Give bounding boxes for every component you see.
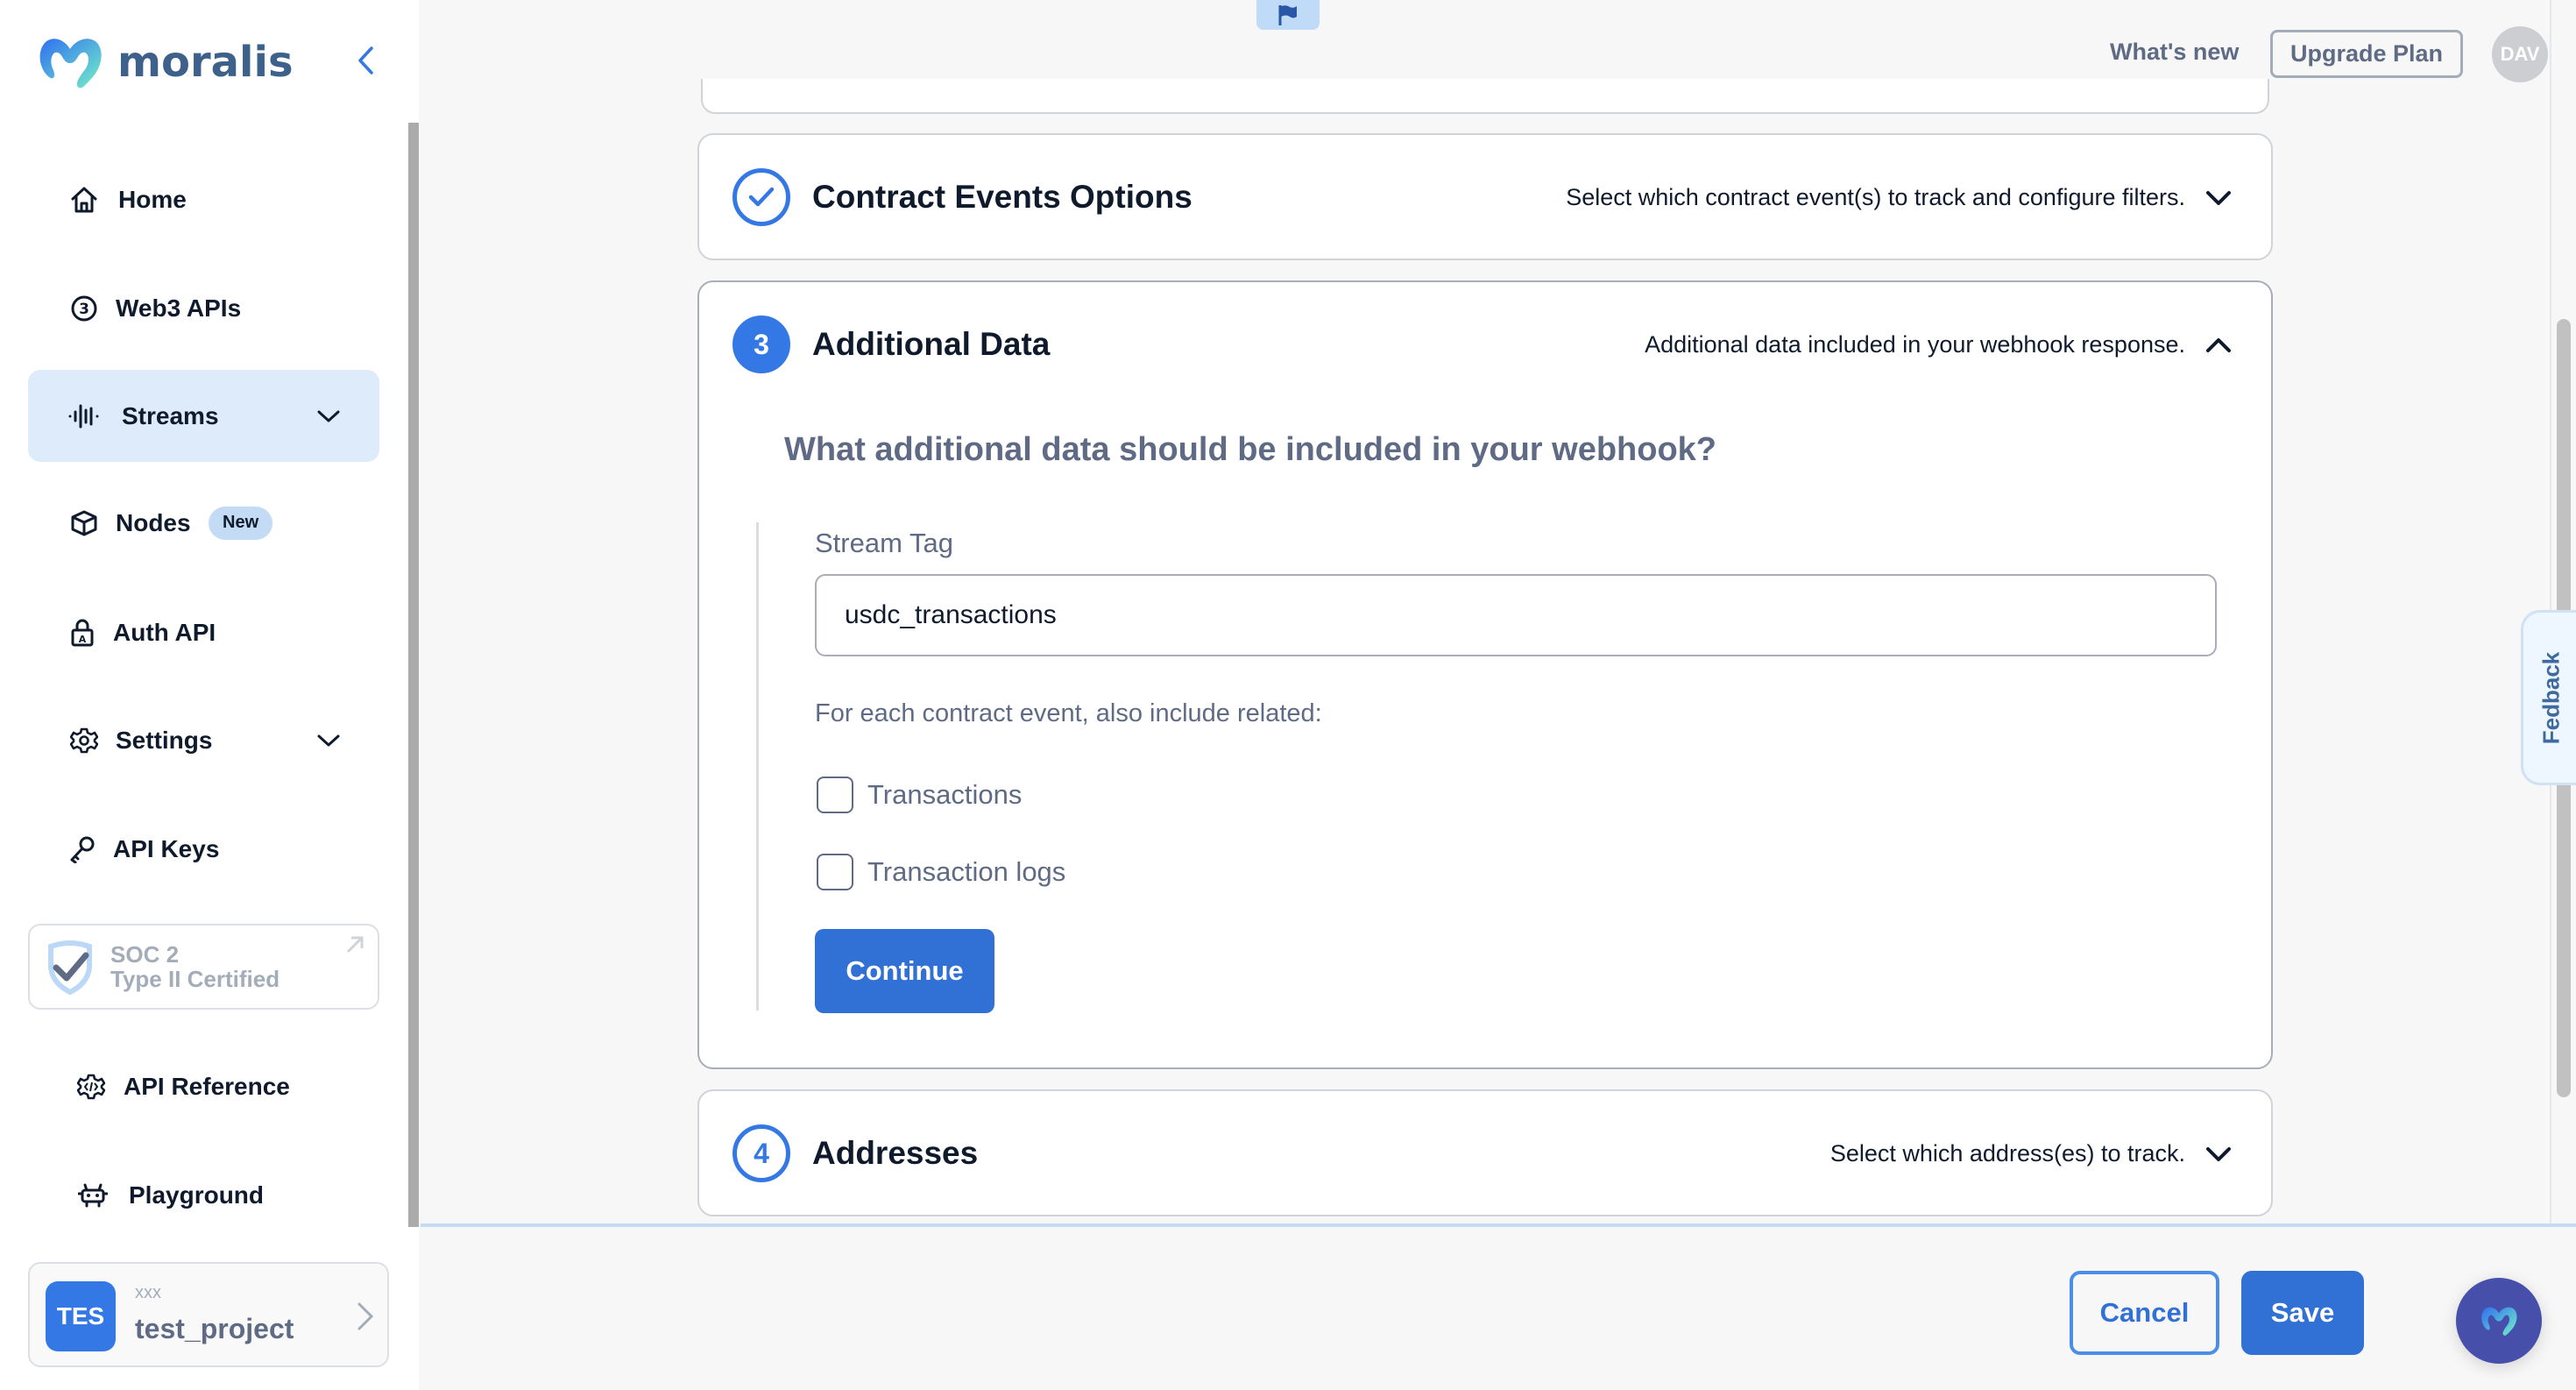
home-icon [68, 184, 100, 216]
stream-tag-input[interactable] [815, 574, 2217, 656]
web3-coin-icon: 3 [68, 293, 100, 324]
checkbox-label: Transaction logs [867, 856, 1066, 887]
step-title: Additional Data [812, 326, 1051, 362]
chevron-left-icon [358, 46, 373, 74]
step-description: Select which address(es) to track. [1829, 1140, 2185, 1167]
lock-icon: A [67, 617, 98, 649]
soc2-certification-link[interactable]: SOC 2 Type II Certified [28, 924, 379, 1010]
step-number-badge: 4 [732, 1124, 790, 1182]
shield-check-icon [48, 940, 92, 996]
sidebar-item-label: Auth API [113, 618, 216, 646]
previous-step-card [701, 79, 2269, 114]
feedback-tab[interactable]: Fedback [2521, 610, 2576, 785]
sidebar-scrollbar-thumb[interactable] [408, 123, 419, 1227]
upgrade-plan-button[interactable]: Upgrade Plan [2270, 30, 2463, 78]
collapse-sidebar-button[interactable] [350, 44, 380, 77]
step-card-additional-data: 3 Additional Data Additional data includ… [697, 280, 2273, 1069]
checkbox-label: Transactions [867, 779, 1023, 810]
new-badge: New [209, 506, 273, 540]
project-avatar: TES [46, 1281, 116, 1351]
external-link-arrow-icon [346, 936, 364, 954]
step-card-contract-events: Contract Events Options Select which con… [697, 133, 2273, 260]
sidebar-item-nodes[interactable]: Nodes New [28, 477, 379, 569]
include-related-label: For each contract event, also include re… [815, 699, 1322, 727]
step-description: Additional data included in your webhook… [1645, 331, 2185, 358]
step-title: Addresses [812, 1135, 979, 1171]
sidebar-item-streams[interactable]: Streams [28, 370, 379, 462]
streams-waveform-icon [68, 401, 100, 432]
cube-icon [68, 507, 100, 539]
moralis-logo[interactable]: moralis [35, 32, 294, 93]
flag-tab[interactable] [1256, 0, 1320, 30]
sidebar-item-label: API Reference [124, 1072, 290, 1100]
robot-icon [77, 1180, 109, 1211]
cancel-button[interactable]: Cancel [2070, 1271, 2219, 1355]
key-icon [67, 833, 98, 865]
sidebar-item-api-keys[interactable]: API Keys [28, 803, 379, 895]
moralis-chat-icon [2481, 1307, 2517, 1336]
step-number-badge: 3 [732, 316, 790, 373]
chevron-down-icon [2206, 1147, 2231, 1161]
section-question: What additional data should be included … [784, 431, 1717, 468]
step-card-addresses: 4 Addresses Select which address(es) to … [697, 1089, 2273, 1216]
user-avatar[interactable]: DAV [2492, 26, 2548, 82]
sidebar-item-label: Web3 APIs [116, 294, 242, 322]
sidebar-item-auth-api[interactable]: A Auth API [28, 586, 379, 678]
step-complete-check-icon [732, 168, 790, 226]
sidebar-item-label: Streams [122, 401, 219, 429]
transactions-option[interactable]: Transactions [817, 776, 1022, 814]
whats-new-link[interactable]: What's new [2110, 39, 2239, 66]
step-header-additional-data[interactable]: 3 Additional Data Additional data includ… [699, 282, 2271, 408]
chevron-down-icon [2206, 191, 2231, 205]
continue-button[interactable]: Continue [815, 929, 994, 1013]
chevron-down-icon [317, 410, 340, 422]
step-header-addresses[interactable]: 4 Addresses Select which address(es) to … [699, 1091, 2271, 1217]
project-switcher[interactable]: TES xxx test_project [28, 1262, 389, 1367]
save-button[interactable]: Save [2241, 1271, 2364, 1355]
svg-text:3: 3 [79, 301, 89, 318]
chevron-up-icon [2206, 338, 2231, 352]
transaction-logs-option[interactable]: Transaction logs [817, 853, 1065, 891]
flag-icon [1278, 5, 1297, 25]
sidebar-item-home[interactable]: Home [28, 153, 379, 245]
sidebar-item-label: Playground [129, 1181, 265, 1209]
project-subtitle: xxx [135, 1283, 161, 1302]
form-divider [756, 522, 759, 1011]
brand-name: moralis [117, 38, 294, 87]
svg-text:A: A [79, 634, 87, 645]
sidebar-item-label: API Keys [113, 834, 220, 862]
step-header-contract-events[interactable]: Contract Events Options Select which con… [699, 135, 2271, 261]
sidebar: moralis Home 3 Web3 APIs Streams Nodes N… [0, 0, 419, 1390]
soc-subtitle: Type II Certified [110, 966, 280, 992]
sidebar-item-settings[interactable]: Settings [28, 694, 379, 786]
feedback-label: Fedback [2537, 651, 2564, 744]
step-title: Contract Events Options [812, 179, 1192, 215]
chevron-down-icon [317, 734, 340, 746]
sidebar-item-api-reference[interactable]: API Reference [28, 1040, 379, 1132]
soc-title: SOC 2 [110, 941, 180, 968]
project-name: test_project [135, 1313, 294, 1344]
sidebar-item-playground[interactable]: Playground [28, 1149, 379, 1241]
transactions-checkbox[interactable] [817, 777, 853, 813]
chevron-right-icon [357, 1302, 374, 1330]
sidebar-item-web3-apis[interactable]: 3 Web3 APIs [28, 262, 379, 354]
gear-icon [68, 725, 100, 756]
sidebar-item-label: Home [118, 185, 187, 213]
support-chat-button[interactable] [2456, 1278, 2542, 1364]
moralis-logo-icon [39, 39, 102, 89]
stream-tag-label: Stream Tag [815, 528, 953, 558]
sidebar-item-label: Nodes [116, 508, 191, 536]
step-description: Select which contract event(s) to track … [1566, 184, 2185, 210]
code-gear-icon [75, 1071, 107, 1103]
sidebar-item-label: Settings [116, 726, 213, 754]
transaction-logs-checkbox[interactable] [817, 854, 853, 890]
